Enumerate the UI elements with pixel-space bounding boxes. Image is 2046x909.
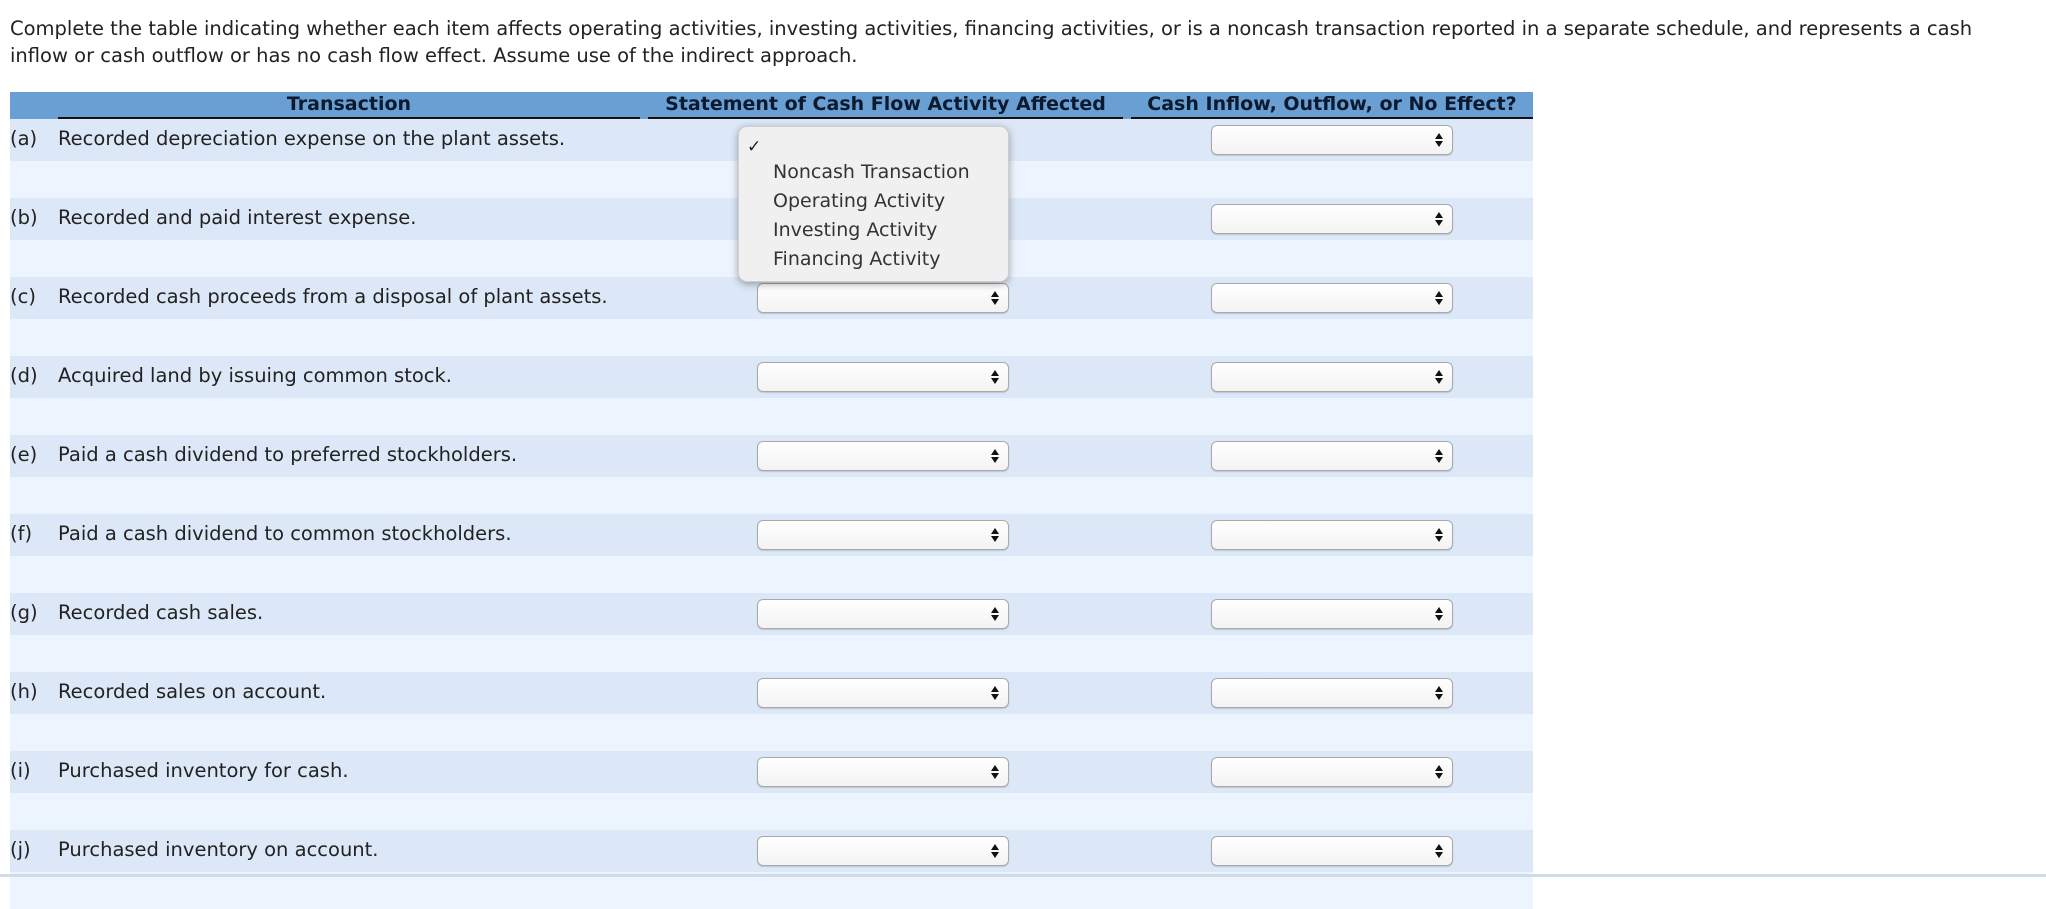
row-label: (e): [10, 443, 38, 466]
table-row: (f) Paid a cash dividend to common stockh…: [10, 514, 1533, 593]
table-row: (h) Recorded sales on account.: [10, 672, 1533, 751]
up-down-arrows-icon: [1435, 606, 1443, 622]
transaction-text: Purchased inventory for cash.: [58, 759, 349, 782]
row-spacer: [10, 477, 1533, 514]
checkmark-icon: ✓: [747, 137, 762, 157]
transaction-text: Recorded sales on account.: [58, 680, 327, 703]
row-spacer: [10, 556, 1533, 593]
activity-select[interactable]: [757, 599, 1009, 629]
header-transaction: Transaction: [58, 92, 640, 119]
table-row: (d) Acquired land by issuing common stock…: [10, 356, 1533, 435]
cash-effect-select[interactable]: [1211, 125, 1453, 155]
transaction-text: Purchased inventory on account.: [58, 838, 379, 861]
table-row: (i) Purchased inventory for cash.: [10, 751, 1533, 830]
instructions-text: Complete the table indicating whether ea…: [10, 17, 1973, 67]
up-down-arrows-icon: [991, 369, 999, 385]
activity-select[interactable]: [757, 836, 1009, 866]
cash-effect-select[interactable]: [1211, 283, 1453, 313]
dropdown-option-financing-activity[interactable]: Financing Activity: [773, 245, 940, 273]
up-down-arrows-icon: [1435, 132, 1443, 148]
up-down-arrows-icon: [1435, 290, 1443, 306]
up-down-arrows-icon: [991, 290, 999, 306]
up-down-arrows-icon: [991, 685, 999, 701]
row-label: (a): [10, 127, 38, 150]
cash-effect-select[interactable]: [1211, 362, 1453, 392]
up-down-arrows-icon: [1435, 211, 1443, 227]
cash-effect-select[interactable]: [1211, 441, 1453, 471]
activity-select[interactable]: [757, 520, 1009, 550]
transaction-text: Recorded and paid interest expense.: [58, 206, 417, 229]
row-label: (f): [10, 522, 33, 545]
up-down-arrows-icon: [991, 764, 999, 780]
row-spacer: [10, 398, 1533, 435]
row-label: (g): [10, 601, 38, 624]
cash-effect-select[interactable]: [1211, 836, 1453, 866]
dropdown-option-investing-activity[interactable]: Investing Activity: [773, 216, 937, 244]
dropdown-option-noncash-transaction[interactable]: Noncash Transaction: [773, 158, 970, 186]
cash-effect-select[interactable]: [1211, 757, 1453, 787]
transaction-text: Recorded cash proceeds from a disposal o…: [58, 285, 608, 308]
header-cash-effect: Cash Inflow, Outflow, or No Effect?: [1131, 92, 1533, 119]
table-row: (g) Recorded cash sales.: [10, 593, 1533, 672]
page-bottom-border: [0, 874, 2046, 877]
row-spacer: [10, 714, 1533, 751]
activity-select[interactable]: [757, 283, 1009, 313]
table-row: (c) Recorded cash proceeds from a disposa…: [10, 277, 1533, 356]
up-down-arrows-icon: [1435, 764, 1443, 780]
transaction-text: Acquired land by issuing common stock.: [58, 364, 452, 387]
up-down-arrows-icon: [991, 843, 999, 859]
transaction-text: Paid a cash dividend to common stockhold…: [58, 522, 512, 545]
row-label: (h): [10, 680, 38, 703]
row-label: (i): [10, 759, 31, 782]
activity-select[interactable]: [757, 362, 1009, 392]
row-label: (d): [10, 364, 38, 387]
activity-select[interactable]: [757, 678, 1009, 708]
table-row: (j) Purchased inventory on account.: [10, 830, 1533, 909]
cash-effect-select[interactable]: [1211, 520, 1453, 550]
row-spacer: [10, 793, 1533, 830]
row-spacer: [10, 635, 1533, 672]
activity-select[interactable]: [757, 441, 1009, 471]
up-down-arrows-icon: [991, 527, 999, 543]
activity-dropdown-menu[interactable]: ✓ Noncash Transaction Operating Activity…: [738, 126, 1009, 282]
row-label: (b): [10, 206, 38, 229]
up-down-arrows-icon: [1435, 369, 1443, 385]
up-down-arrows-icon: [1435, 448, 1443, 464]
cash-effect-select[interactable]: [1211, 204, 1453, 234]
up-down-arrows-icon: [1435, 527, 1443, 543]
up-down-arrows-icon: [991, 448, 999, 464]
dropdown-option-operating-activity[interactable]: Operating Activity: [773, 187, 945, 215]
table-header: Transaction Statement of Cash Flow Activ…: [10, 92, 1533, 119]
transaction-text: Recorded depreciation expense on the pla…: [58, 127, 566, 150]
cash-effect-select[interactable]: [1211, 599, 1453, 629]
up-down-arrows-icon: [1435, 685, 1443, 701]
row-label: (c): [10, 285, 36, 308]
up-down-arrows-icon: [1435, 843, 1443, 859]
activity-select[interactable]: [757, 757, 1009, 787]
transaction-text: Paid a cash dividend to preferred stockh…: [58, 443, 518, 466]
header-activity-affected: Statement of Cash Flow Activity Affected: [648, 92, 1123, 119]
row-spacer: [10, 319, 1533, 356]
cash-effect-select[interactable]: [1211, 678, 1453, 708]
transaction-text: Recorded cash sales.: [58, 601, 264, 624]
row-label: (j): [10, 838, 31, 861]
dropdown-option-blank[interactable]: [773, 131, 1003, 159]
table-row: (e) Paid a cash dividend to preferred sto…: [10, 435, 1533, 514]
up-down-arrows-icon: [991, 606, 999, 622]
